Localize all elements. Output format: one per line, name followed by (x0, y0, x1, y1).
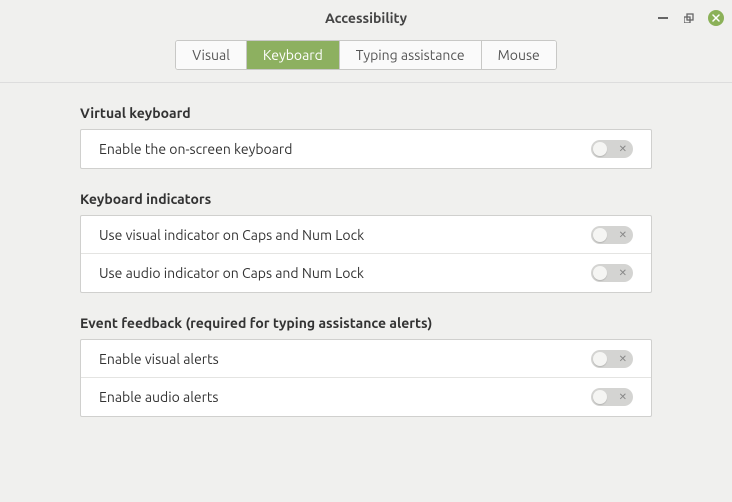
tab-typing-assistance[interactable]: Typing assistance (340, 41, 482, 69)
close-button[interactable] (708, 10, 724, 26)
label-audio-indicator: Use audio indicator on Caps and Num Lock (99, 265, 364, 281)
toggle-off-icon: ✕ (619, 354, 627, 364)
group-keyboard-indicators: Use visual indicator on Caps and Num Loc… (80, 215, 652, 293)
tab-keyboard[interactable]: Keyboard (247, 41, 340, 69)
titlebar: Accessibility (0, 0, 732, 36)
maximize-button[interactable] (682, 11, 696, 25)
row-visual-alerts: Enable visual alerts ✕ (81, 340, 651, 378)
section-title-virtual-keyboard: Virtual keyboard (80, 105, 652, 121)
label-visual-alerts: Enable visual alerts (99, 351, 219, 367)
toggle-off-icon: ✕ (619, 392, 627, 402)
toggle-off-icon: ✕ (619, 144, 627, 154)
toggle-off-icon: ✕ (619, 230, 627, 240)
row-audio-indicator: Use audio indicator on Caps and Num Lock… (81, 254, 651, 292)
toggle-enable-onscreen-keyboard[interactable]: ✕ (591, 140, 633, 158)
label-enable-onscreen-keyboard: Enable the on-screen keyboard (99, 141, 292, 157)
toggle-visual-alerts[interactable]: ✕ (591, 350, 633, 368)
group-event-feedback: Enable visual alerts ✕ Enable audio aler… (80, 339, 652, 417)
section-title-keyboard-indicators: Keyboard indicators (80, 191, 652, 207)
minimize-button[interactable] (656, 11, 670, 25)
toggle-visual-indicator[interactable]: ✕ (591, 226, 633, 244)
group-virtual-keyboard: Enable the on-screen keyboard ✕ (80, 129, 652, 169)
tab-mouse[interactable]: Mouse (482, 41, 556, 69)
row-audio-alerts: Enable audio alerts ✕ (81, 378, 651, 416)
row-enable-onscreen-keyboard: Enable the on-screen keyboard ✕ (81, 130, 651, 168)
toggle-audio-indicator[interactable]: ✕ (591, 264, 633, 282)
label-audio-alerts: Enable audio alerts (99, 389, 219, 405)
window-controls (656, 0, 724, 36)
tab-visual[interactable]: Visual (176, 41, 247, 69)
toggle-off-icon: ✕ (619, 268, 627, 278)
content-area: Virtual keyboard Enable the on-screen ke… (0, 83, 732, 437)
tabs: Visual Keyboard Typing assistance Mouse (175, 40, 557, 70)
label-visual-indicator: Use visual indicator on Caps and Num Loc… (99, 227, 364, 243)
tabs-container: Visual Keyboard Typing assistance Mouse (0, 36, 732, 82)
row-visual-indicator: Use visual indicator on Caps and Num Loc… (81, 216, 651, 254)
section-title-event-feedback: Event feedback (required for typing assi… (80, 315, 652, 331)
window-title: Accessibility (325, 10, 407, 26)
toggle-audio-alerts[interactable]: ✕ (591, 388, 633, 406)
